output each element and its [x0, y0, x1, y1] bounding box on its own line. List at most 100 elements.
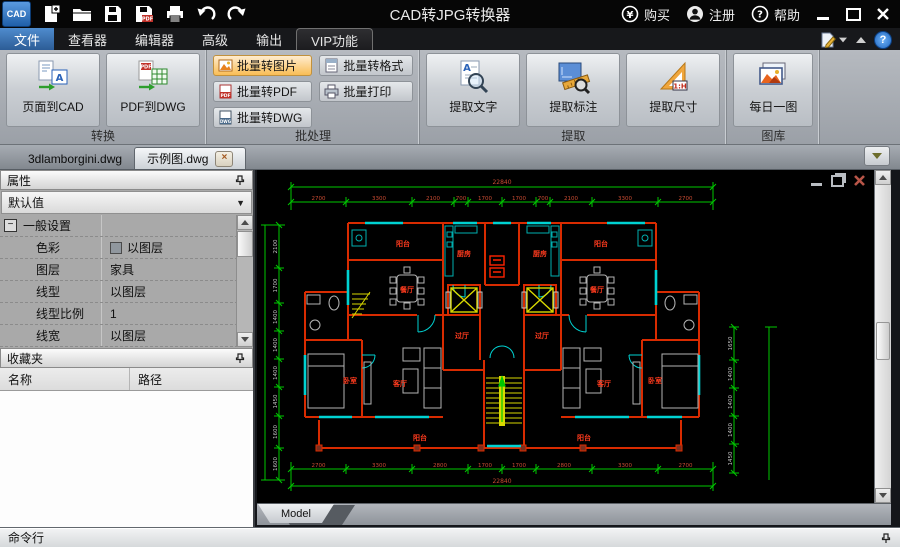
- svg-text:1400: 1400: [728, 395, 734, 409]
- mdi-restore-icon[interactable]: [831, 175, 844, 187]
- batch-print-button[interactable]: 批量打印: [319, 81, 413, 102]
- edit-style-button[interactable]: [820, 32, 848, 48]
- svg-text:过厅: 过厅: [455, 331, 469, 340]
- extract-annotation-icon: [555, 59, 591, 95]
- column-path[interactable]: 路径: [130, 371, 162, 388]
- mdi-close-icon[interactable]: [853, 174, 866, 187]
- left-panel: 属性 默认值 ▼ −一般设置 色彩 以图层 图层 家具 线型 以图层: [0, 170, 255, 527]
- shaft-risers: [490, 256, 504, 277]
- svg-text:3300: 3300: [372, 196, 386, 202]
- drawing-canvas[interactable]: 22840 22840: [257, 170, 874, 503]
- pin-icon[interactable]: [234, 352, 246, 364]
- buy-button[interactable]: ¥ 购买: [615, 5, 676, 24]
- help-button[interactable]: ? 帮助: [745, 5, 806, 24]
- pdf-to-dwg-button[interactable]: PDF PDF到DWG: [106, 53, 200, 127]
- svg-text:1700: 1700: [478, 463, 492, 469]
- tab-file[interactable]: 文件: [0, 28, 54, 50]
- svg-text:2100: 2100: [564, 196, 578, 202]
- doc-tab-3dlamborgini[interactable]: 3dlamborgini.dwg: [16, 149, 134, 169]
- property-row-ltscale[interactable]: 线型比例 1: [0, 303, 253, 325]
- scroll-up-button[interactable]: [237, 215, 253, 230]
- svg-text:1650: 1650: [728, 336, 734, 350]
- doc-tab-example[interactable]: 示例图.dwg ×: [134, 147, 246, 169]
- user-icon: [686, 5, 704, 23]
- preset-dropdown[interactable]: 默认值 ▼: [1, 191, 252, 214]
- save-button[interactable]: [97, 1, 128, 27]
- svg-text:卧室: 卧室: [343, 376, 357, 385]
- batch-to-image-button[interactable]: 批量转图片: [213, 55, 312, 76]
- pin-icon[interactable]: [880, 532, 892, 544]
- group-label: 一般设置: [23, 217, 71, 234]
- canvas-scrollbar[interactable]: [874, 170, 891, 503]
- maximize-button[interactable]: [840, 3, 866, 25]
- tab-output[interactable]: 输出: [242, 28, 296, 50]
- tab-editor[interactable]: 编辑器: [121, 28, 188, 50]
- tab-advanced[interactable]: 高级: [188, 28, 242, 50]
- property-row-linetype[interactable]: 线型 以图层: [0, 281, 253, 303]
- collapse-ribbon-icon[interactable]: [856, 37, 866, 43]
- extract-text-button[interactable]: A 提取文字: [426, 53, 520, 127]
- tab-list-dropdown-button[interactable]: [864, 146, 890, 166]
- save-as-pdf-button[interactable]: PDF: [128, 1, 159, 27]
- canvas-scroll-up[interactable]: [875, 170, 891, 185]
- svg-text:1700: 1700: [478, 196, 492, 202]
- batch-to-dwg-label: 批量转DWG: [237, 109, 302, 126]
- scroll-thumb[interactable]: [237, 231, 253, 257]
- minimize-button[interactable]: [810, 3, 836, 25]
- property-group-row[interactable]: −一般设置: [0, 215, 253, 237]
- tab-viewer[interactable]: 查看器: [54, 28, 121, 50]
- svg-text:2800: 2800: [557, 463, 571, 469]
- property-row-lineweight[interactable]: 线宽 以图层: [0, 325, 253, 347]
- daily-image-button[interactable]: 每日一图: [733, 53, 813, 127]
- favorites-list[interactable]: [0, 391, 253, 530]
- new-file-button[interactable]: [35, 1, 66, 27]
- extract-annotation-button[interactable]: 提取标注: [526, 53, 620, 127]
- batch-to-pdf-button[interactable]: PDF 批量转PDF: [213, 81, 312, 102]
- batch-to-format-button[interactable]: 批量转格式: [319, 55, 413, 76]
- scroll-down-button[interactable]: [237, 332, 253, 347]
- property-row-color[interactable]: 色彩 以图层: [0, 237, 253, 259]
- batch-to-dwg-button[interactable]: DWG 批量转DWG: [213, 107, 312, 128]
- svg-text:2800: 2800: [433, 463, 447, 469]
- redo-icon: [227, 4, 247, 24]
- extract-dimension-button[interactable]: 1:H 提取尺寸: [626, 53, 720, 127]
- app-logo-icon[interactable]: CAD: [2, 1, 31, 27]
- redo-button[interactable]: [221, 1, 252, 27]
- undo-button[interactable]: [190, 1, 221, 27]
- register-button[interactable]: 注册: [680, 5, 741, 24]
- property-row-layer[interactable]: 图层 家具: [0, 259, 253, 281]
- elevators: [451, 288, 553, 312]
- printer-icon: [324, 84, 339, 99]
- collapse-icon[interactable]: −: [4, 219, 17, 232]
- canvas-scroll-thumb[interactable]: [876, 322, 890, 360]
- pin-icon[interactable]: [234, 174, 246, 186]
- svg-text:¥: ¥: [626, 10, 633, 21]
- save-pdf-icon: PDF: [134, 4, 154, 24]
- svg-text:阳台: 阳台: [413, 433, 427, 442]
- column-name[interactable]: 名称: [0, 368, 130, 390]
- svg-text:1700: 1700: [273, 278, 279, 292]
- command-line-input-area[interactable]: [0, 547, 900, 551]
- tab-vip[interactable]: VIP功能: [296, 28, 373, 50]
- extract-annotation-label: 提取标注: [549, 98, 597, 115]
- svg-text:餐厅: 餐厅: [399, 285, 414, 294]
- print-button[interactable]: [159, 1, 190, 27]
- close-button[interactable]: [870, 3, 896, 25]
- svg-text:2100: 2100: [426, 196, 440, 202]
- page-to-cad-button[interactable]: A 页面到CAD: [6, 53, 100, 127]
- svg-text:?: ?: [757, 10, 763, 21]
- ribbon-group-batch: 批量转图片 批量转格式 PDF 批量转PDF 批量打印 DWG 批量转DWG: [207, 50, 420, 144]
- save-icon: [103, 4, 123, 24]
- open-file-button[interactable]: [66, 1, 97, 27]
- svg-text:1400: 1400: [273, 310, 279, 324]
- svg-text:3300: 3300: [618, 463, 632, 469]
- doc-tab-close-button[interactable]: ×: [215, 151, 233, 167]
- ribbon-help-icon[interactable]: ?: [874, 31, 892, 49]
- image-icon: [218, 58, 233, 73]
- mdi-minimize-icon[interactable]: [811, 183, 822, 186]
- model-tab[interactable]: Model: [258, 504, 334, 523]
- svg-text:700: 700: [538, 196, 549, 202]
- buy-label: 购买: [644, 5, 670, 24]
- property-scrollbar[interactable]: [236, 215, 253, 347]
- canvas-scroll-down[interactable]: [875, 488, 891, 503]
